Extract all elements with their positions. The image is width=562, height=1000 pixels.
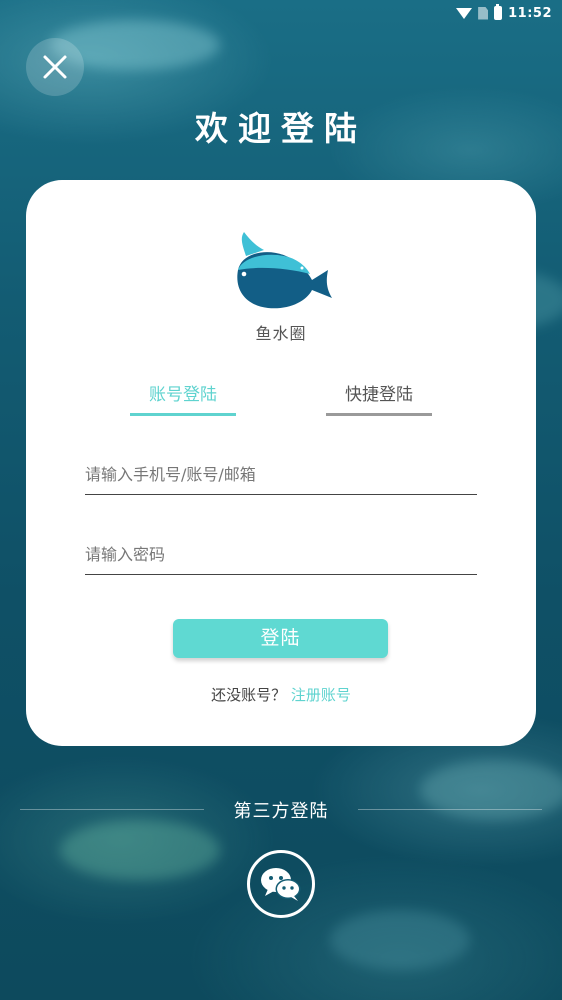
register-prompt: 还没账号？ <box>211 686 287 704</box>
background-decoration <box>60 820 220 880</box>
tab-quick-underline <box>326 413 432 416</box>
username-input[interactable] <box>85 455 477 495</box>
close-button[interactable] <box>26 38 84 96</box>
close-icon <box>43 55 67 79</box>
login-card: 鱼水圈 账号登陆 快捷登陆 登陆 还没账号？ 注册账号 <box>26 180 536 746</box>
tab-account-underline <box>130 413 236 416</box>
register-link[interactable]: 注册账号 <box>291 686 351 704</box>
wifi-icon <box>456 7 473 19</box>
wechat-login-button[interactable] <box>247 850 315 918</box>
wechat-icon <box>261 868 301 901</box>
divider-right <box>358 809 542 810</box>
battery-icon <box>494 4 503 20</box>
third-party-label: 第三方登陆 <box>233 801 329 822</box>
password-input[interactable] <box>85 535 477 575</box>
fish-logo-icon <box>237 232 332 309</box>
login-button[interactable]: 登陆 <box>173 619 388 658</box>
background-decoration <box>330 910 470 970</box>
page-title: 欢迎登陆 <box>195 109 367 148</box>
app-name: 鱼水圈 <box>255 324 307 343</box>
sim-icon <box>478 6 489 20</box>
tab-account-login[interactable]: 账号登陆 <box>130 380 236 405</box>
status-bar: 11:52 <box>442 0 562 26</box>
register-row: 还没账号？ 注册账号 <box>26 684 536 705</box>
status-time: 11:52 <box>508 5 552 21</box>
tab-quick-login[interactable]: 快捷登陆 <box>326 380 432 405</box>
